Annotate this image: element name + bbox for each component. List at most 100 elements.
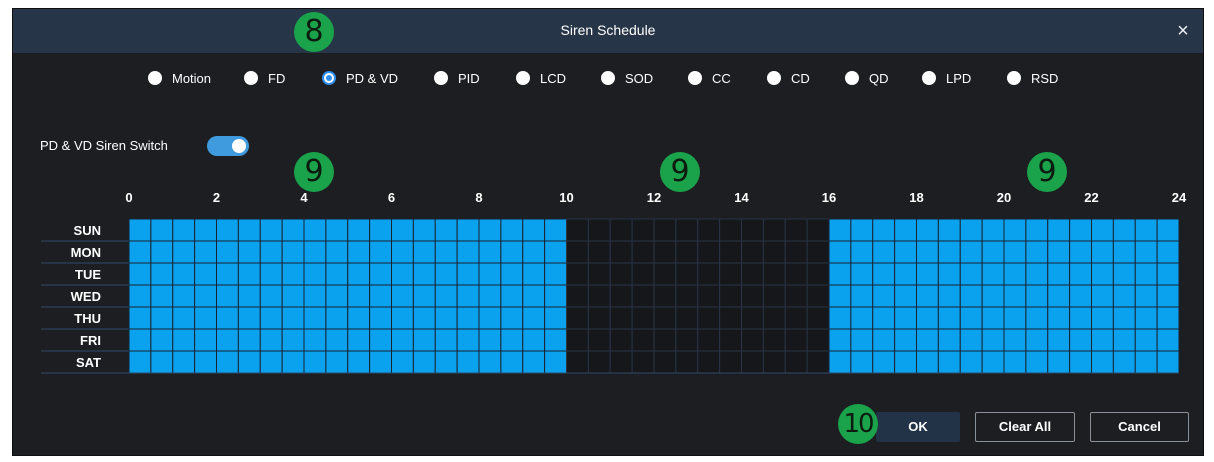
schedule-cell[interactable] <box>741 262 764 286</box>
schedule-cell[interactable] <box>412 262 436 286</box>
schedule-cell[interactable] <box>806 350 830 374</box>
schedule-cell[interactable] <box>1112 240 1136 264</box>
schedule-cell[interactable] <box>456 306 480 330</box>
schedule-cell[interactable] <box>981 350 1005 374</box>
schedule-cell[interactable] <box>281 262 305 286</box>
schedule-cell[interactable] <box>325 284 349 308</box>
schedule-cell[interactable] <box>1069 262 1092 286</box>
schedule-cell[interactable] <box>391 240 414 264</box>
schedule-cell[interactable] <box>456 284 480 308</box>
cancel-button[interactable]: Cancel <box>1090 412 1189 442</box>
schedule-cell[interactable] <box>850 350 874 374</box>
schedule-cell[interactable] <box>1156 240 1180 264</box>
schedule-cell[interactable] <box>1025 350 1049 374</box>
schedule-cell[interactable] <box>1112 262 1136 286</box>
schedule-cell[interactable] <box>456 240 480 264</box>
schedule-cell[interactable] <box>762 218 786 242</box>
schedule-cell[interactable] <box>697 350 721 374</box>
schedule-cell[interactable] <box>609 284 633 308</box>
schedule-cell[interactable] <box>1091 240 1114 264</box>
schedule-cell[interactable] <box>194 306 217 330</box>
schedule-cell[interactable] <box>237 328 261 352</box>
schedule-cell[interactable] <box>325 240 349 264</box>
schedule-cell[interactable] <box>566 306 589 330</box>
schedule-cell[interactable] <box>916 262 939 286</box>
schedule-cell[interactable] <box>369 328 392 352</box>
schedule-cell[interactable] <box>697 218 721 242</box>
schedule-cell[interactable] <box>500 218 524 242</box>
schedule-cell[interactable] <box>916 240 939 264</box>
schedule-cell[interactable] <box>128 350 152 374</box>
schedule-cell[interactable] <box>719 306 742 330</box>
schedule-cell[interactable] <box>500 262 524 286</box>
schedule-cell[interactable] <box>369 350 392 374</box>
schedule-cell[interactable] <box>1047 328 1071 352</box>
schedule-cell[interactable] <box>675 240 699 264</box>
schedule-cell[interactable] <box>1091 350 1114 374</box>
schedule-cell[interactable] <box>828 350 852 374</box>
schedule-cell[interactable] <box>216 240 239 264</box>
schedule-cell[interactable] <box>216 306 239 330</box>
schedule-cell[interactable] <box>150 306 174 330</box>
schedule-cell[interactable] <box>216 328 239 352</box>
schedule-cell[interactable] <box>172 284 196 308</box>
schedule-cell[interactable] <box>259 284 283 308</box>
schedule-cell[interactable] <box>478 350 502 374</box>
schedule-cell[interactable] <box>281 240 305 264</box>
schedule-cell[interactable] <box>916 306 939 330</box>
schedule-cell[interactable] <box>981 218 1005 242</box>
schedule-cell[interactable] <box>216 218 239 242</box>
schedule-cell[interactable] <box>1047 350 1071 374</box>
schedule-cell[interactable] <box>194 350 217 374</box>
schedule-cell[interactable] <box>675 350 699 374</box>
schedule-cell[interactable] <box>434 328 458 352</box>
schedule-cell[interactable] <box>544 306 567 330</box>
schedule-cell[interactable] <box>128 306 152 330</box>
schedule-cell[interactable] <box>1156 350 1180 374</box>
schedule-cell[interactable] <box>762 350 786 374</box>
schedule-cell[interactable] <box>522 284 546 308</box>
schedule-cell[interactable] <box>1025 328 1049 352</box>
schedule-cell[interactable] <box>1134 262 1158 286</box>
ok-button[interactable]: OK <box>876 412 960 442</box>
schedule-cell[interactable] <box>412 218 436 242</box>
schedule-cell[interactable] <box>806 240 830 264</box>
schedule-cell[interactable] <box>347 306 371 330</box>
schedule-cell[interactable] <box>1025 240 1049 264</box>
schedule-cell[interactable] <box>194 218 217 242</box>
schedule-cell[interactable] <box>391 306 414 330</box>
schedule-cell[interactable] <box>1069 240 1092 264</box>
schedule-cell[interactable] <box>216 262 239 286</box>
schedule-cell[interactable] <box>1134 350 1158 374</box>
schedule-cell[interactable] <box>500 328 524 352</box>
schedule-cell[interactable] <box>478 262 502 286</box>
schedule-cell[interactable] <box>237 306 261 330</box>
schedule-cell[interactable] <box>172 328 196 352</box>
schedule-cell[interactable] <box>587 262 611 286</box>
schedule-cell[interactable] <box>128 262 152 286</box>
schedule-cell[interactable] <box>850 306 874 330</box>
schedule-cell[interactable] <box>303 350 327 374</box>
schedule-cell[interactable] <box>259 240 283 264</box>
schedule-cell[interactable] <box>544 218 567 242</box>
schedule-cell[interactable] <box>172 218 196 242</box>
schedule-cell[interactable] <box>237 262 261 286</box>
schedule-cell[interactable] <box>522 350 546 374</box>
schedule-cell[interactable] <box>194 240 217 264</box>
schedule-cell[interactable] <box>1156 284 1180 308</box>
schedule-cell[interactable] <box>916 328 939 352</box>
schedule-cell[interactable] <box>981 262 1005 286</box>
schedule-cell[interactable] <box>631 240 655 264</box>
schedule-cell[interactable] <box>675 328 699 352</box>
schedule-cell[interactable] <box>1003 328 1027 352</box>
schedule-cell[interactable] <box>784 350 808 374</box>
schedule-cell[interactable] <box>653 350 677 374</box>
schedule-cell[interactable] <box>478 284 502 308</box>
schedule-cell[interactable] <box>762 306 786 330</box>
schedule-cell[interactable] <box>522 328 546 352</box>
schedule-cell[interactable] <box>544 262 567 286</box>
schedule-cell[interactable] <box>1069 284 1092 308</box>
schedule-cell[interactable] <box>894 262 917 286</box>
schedule-cell[interactable] <box>259 262 283 286</box>
schedule-cell[interactable] <box>1069 218 1092 242</box>
